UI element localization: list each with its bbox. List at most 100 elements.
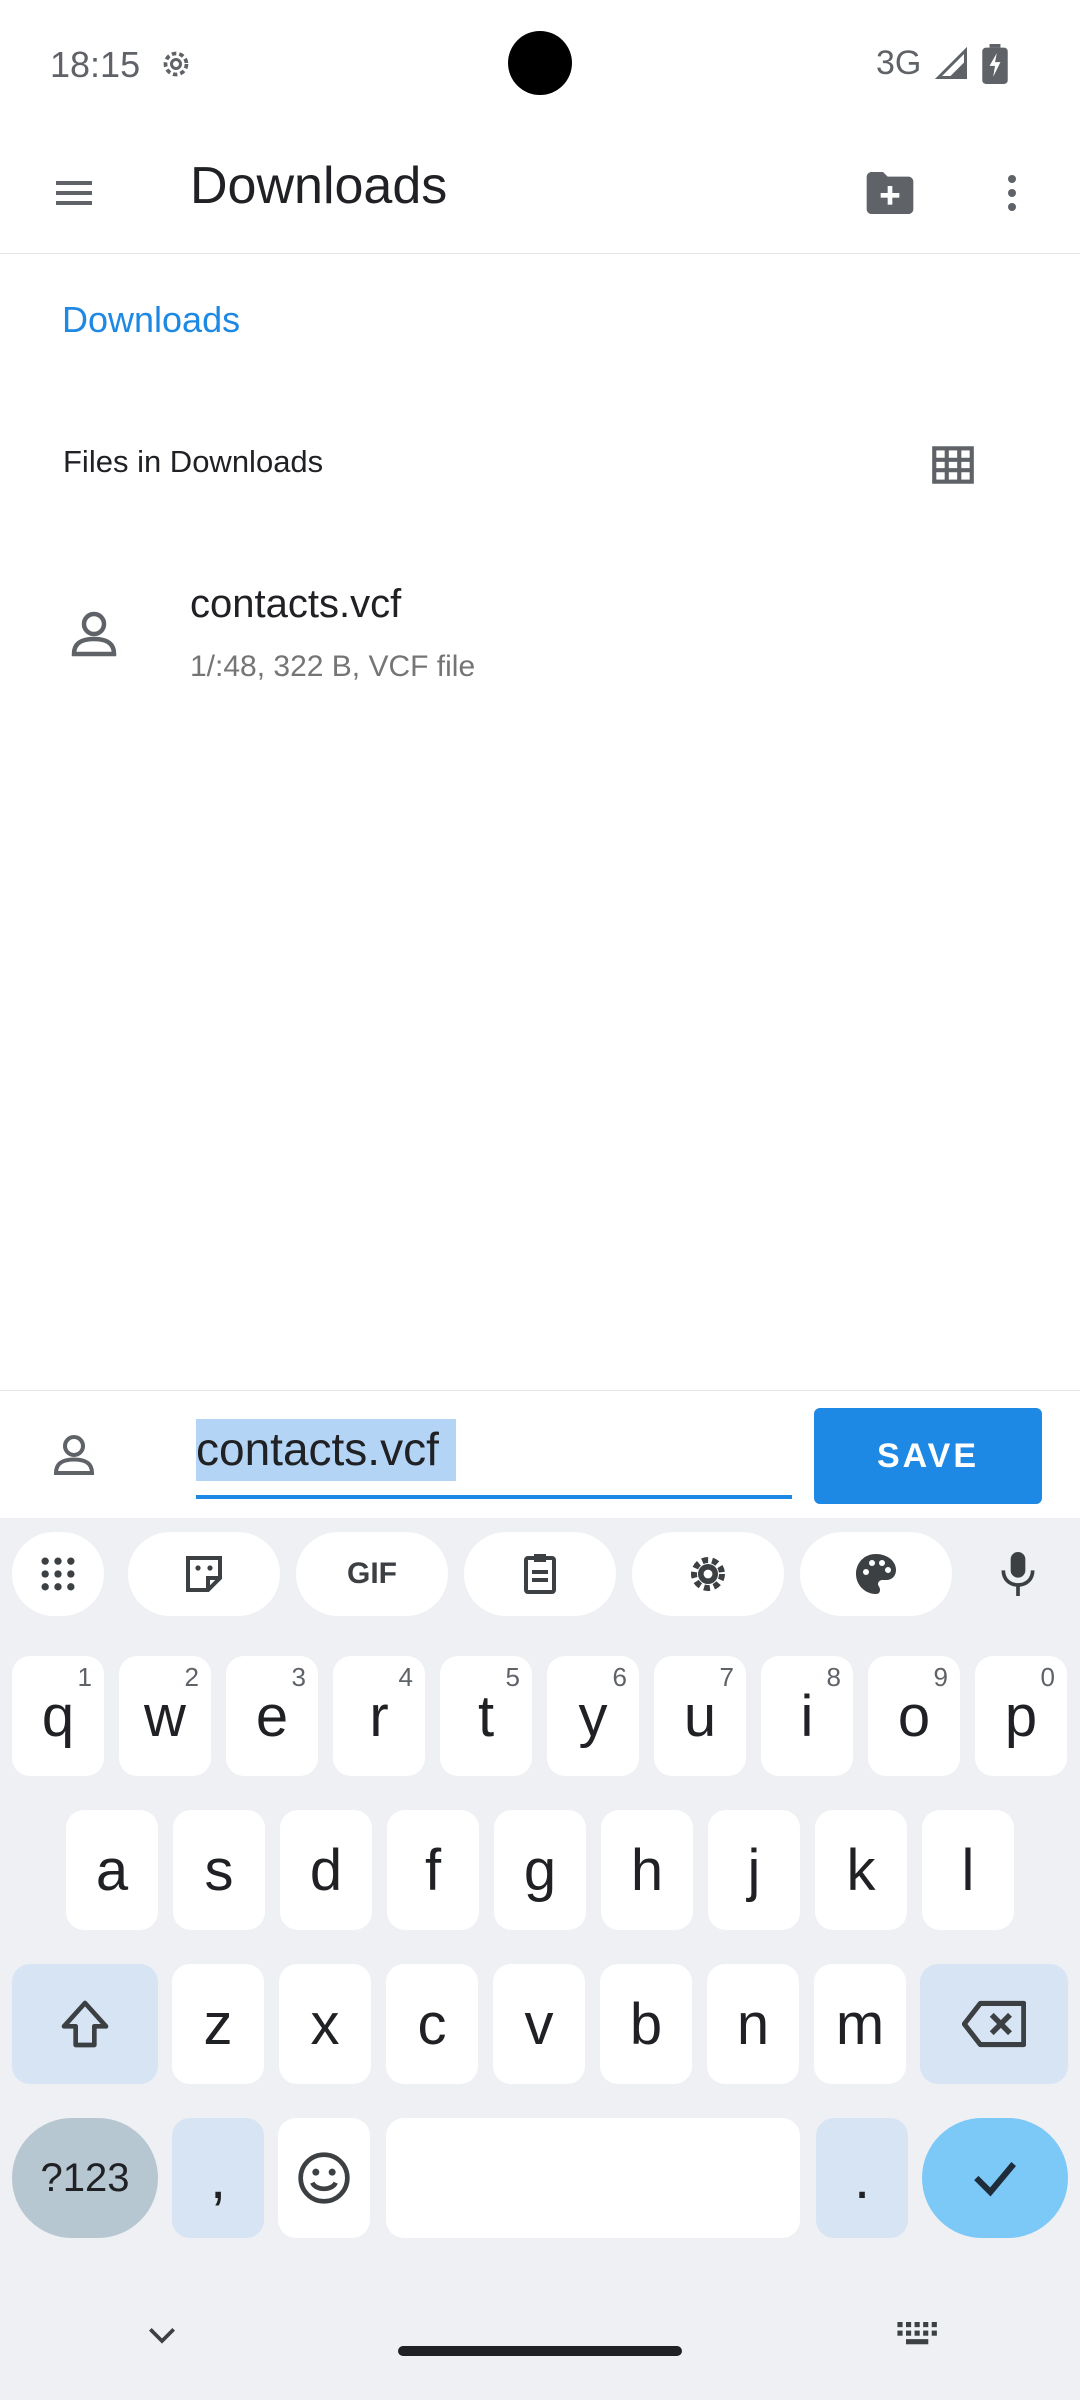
page-title: Downloads [190,157,448,215]
theme-icon [856,1554,896,1594]
grid-view-icon [932,446,974,484]
key-w[interactable]: w2 [119,1656,211,1776]
sticker-button[interactable] [128,1532,280,1616]
key-label: i [800,1683,814,1749]
new-folder-button[interactable] [850,153,930,233]
section-title: Files in Downloads [63,444,324,479]
key-hint: 5 [505,1662,520,1692]
key-k[interactable]: k [815,1810,907,1930]
sticker-icon [186,1556,222,1592]
key-hint: 7 [719,1662,734,1692]
save-file-type [42,1413,106,1497]
grid-view-button[interactable] [890,402,1016,528]
key-z[interactable]: z [172,1964,264,2084]
period-key[interactable]: . [816,2118,908,2238]
keyboard-switch-icon[interactable] [894,2314,942,2354]
battery-icon [982,44,1008,84]
backspace-key[interactable] [920,1964,1068,2084]
key-j[interactable]: j [708,1810,800,1930]
key-r[interactable]: r4 [333,1656,425,1776]
settings-icon [163,51,189,77]
list-item[interactable]: contacts.vcf 1/:48, 322 B, VCF file [0,542,1080,730]
key-label: u [683,1683,717,1749]
key-f[interactable]: f [387,1810,479,1930]
key-label: y [578,1683,608,1749]
key-q[interactable]: q1 [12,1656,104,1776]
network-type: 3G [876,44,922,82]
signal-icon [934,46,967,79]
key-label: w [144,1683,186,1749]
emoji-key[interactable] [278,2118,370,2238]
more-vert-icon [1008,175,1016,211]
check-icon [974,2162,1016,2197]
key-hint: 3 [291,1662,306,1692]
shift-icon [61,2000,109,2048]
key-label: p [1004,1683,1038,1749]
key-label: q [41,1683,75,1749]
chevron-down-icon[interactable] [142,2316,182,2356]
keyboard-settings-button[interactable] [632,1532,784,1616]
key-e[interactable]: e3 [226,1656,318,1776]
apps-icon [41,1557,75,1591]
key-u[interactable]: u7 [654,1656,746,1776]
key-label: e [255,1683,289,1749]
new-folder-icon [866,172,914,214]
filename-input[interactable] [196,1409,792,1489]
status-bar: 18:15 3G [0,0,1080,128]
keyboard: GIF q 1 w 2 e 3 r 4 t 5 y 6 u 7 i 8 o 9 … [0,1518,1080,2400]
key-hint: 6 [612,1662,627,1692]
key-v[interactable]: v [493,1964,585,2084]
key-y[interactable]: y6 [547,1656,639,1776]
mic-icon [1001,1552,1035,1596]
key-l[interactable]: l [922,1810,1014,1930]
key-i[interactable]: i8 [761,1656,853,1776]
key-hint: 2 [184,1662,199,1692]
breadcrumb: Downloads [32,258,270,382]
key-hint: 4 [398,1662,413,1692]
save-button[interactable]: SAVE [814,1408,1042,1504]
menu-icon [56,181,92,205]
clipboard-icon [524,1554,556,1594]
menu-button[interactable] [34,153,114,233]
key-b[interactable]: b [600,1964,692,2084]
key-hint: 0 [1040,1662,1055,1692]
key-n[interactable]: n [707,1964,799,2084]
file-name: contacts.vcf [190,582,402,626]
key-label: t [477,1683,495,1749]
gif-button[interactable]: GIF [296,1532,448,1616]
contact-file-icon [71,611,117,657]
key-d[interactable]: d [280,1810,372,1930]
filename-field[interactable] [196,1409,792,1505]
key-g[interactable]: g [494,1810,586,1930]
key-m[interactable]: m [814,1964,906,2084]
key-p[interactable]: p0 [975,1656,1067,1776]
apps-button[interactable] [12,1532,104,1616]
key-t[interactable]: t5 [440,1656,532,1776]
key-c[interactable]: c [386,1964,478,2084]
symbols-key[interactable]: ?123 [12,2118,158,2238]
more-options-button[interactable] [972,153,1052,233]
voice-input-button[interactable] [972,1532,1064,1616]
key-x[interactable]: x [279,1964,371,2084]
backspace-icon [962,2000,1026,2048]
keyboard-toolbar: GIF [0,1518,1080,1628]
key-o[interactable]: o9 [868,1656,960,1776]
home-indicator[interactable] [398,2346,682,2356]
key-a[interactable]: a [66,1810,158,1930]
key-hint: 1 [77,1662,92,1692]
comma-key[interactable]: , [172,2118,264,2238]
contact-file-icon [53,1434,95,1476]
shift-key[interactable] [12,1964,158,2084]
emoji-icon [298,2152,350,2204]
save-bar: SAVE [0,1390,1080,1518]
space-key[interactable] [386,2118,800,2238]
app-bar: Downloads [0,128,1080,254]
section-header: Files in Downloads [0,384,1080,540]
clipboard-button[interactable] [464,1532,616,1616]
key-s[interactable]: s [173,1810,265,1930]
key-h[interactable]: h [601,1810,693,1930]
status-time: 18:15 [50,44,141,85]
enter-key[interactable] [922,2118,1068,2238]
breadcrumb-item-downloads[interactable]: Downloads [32,299,270,341]
theme-button[interactable] [800,1532,952,1616]
